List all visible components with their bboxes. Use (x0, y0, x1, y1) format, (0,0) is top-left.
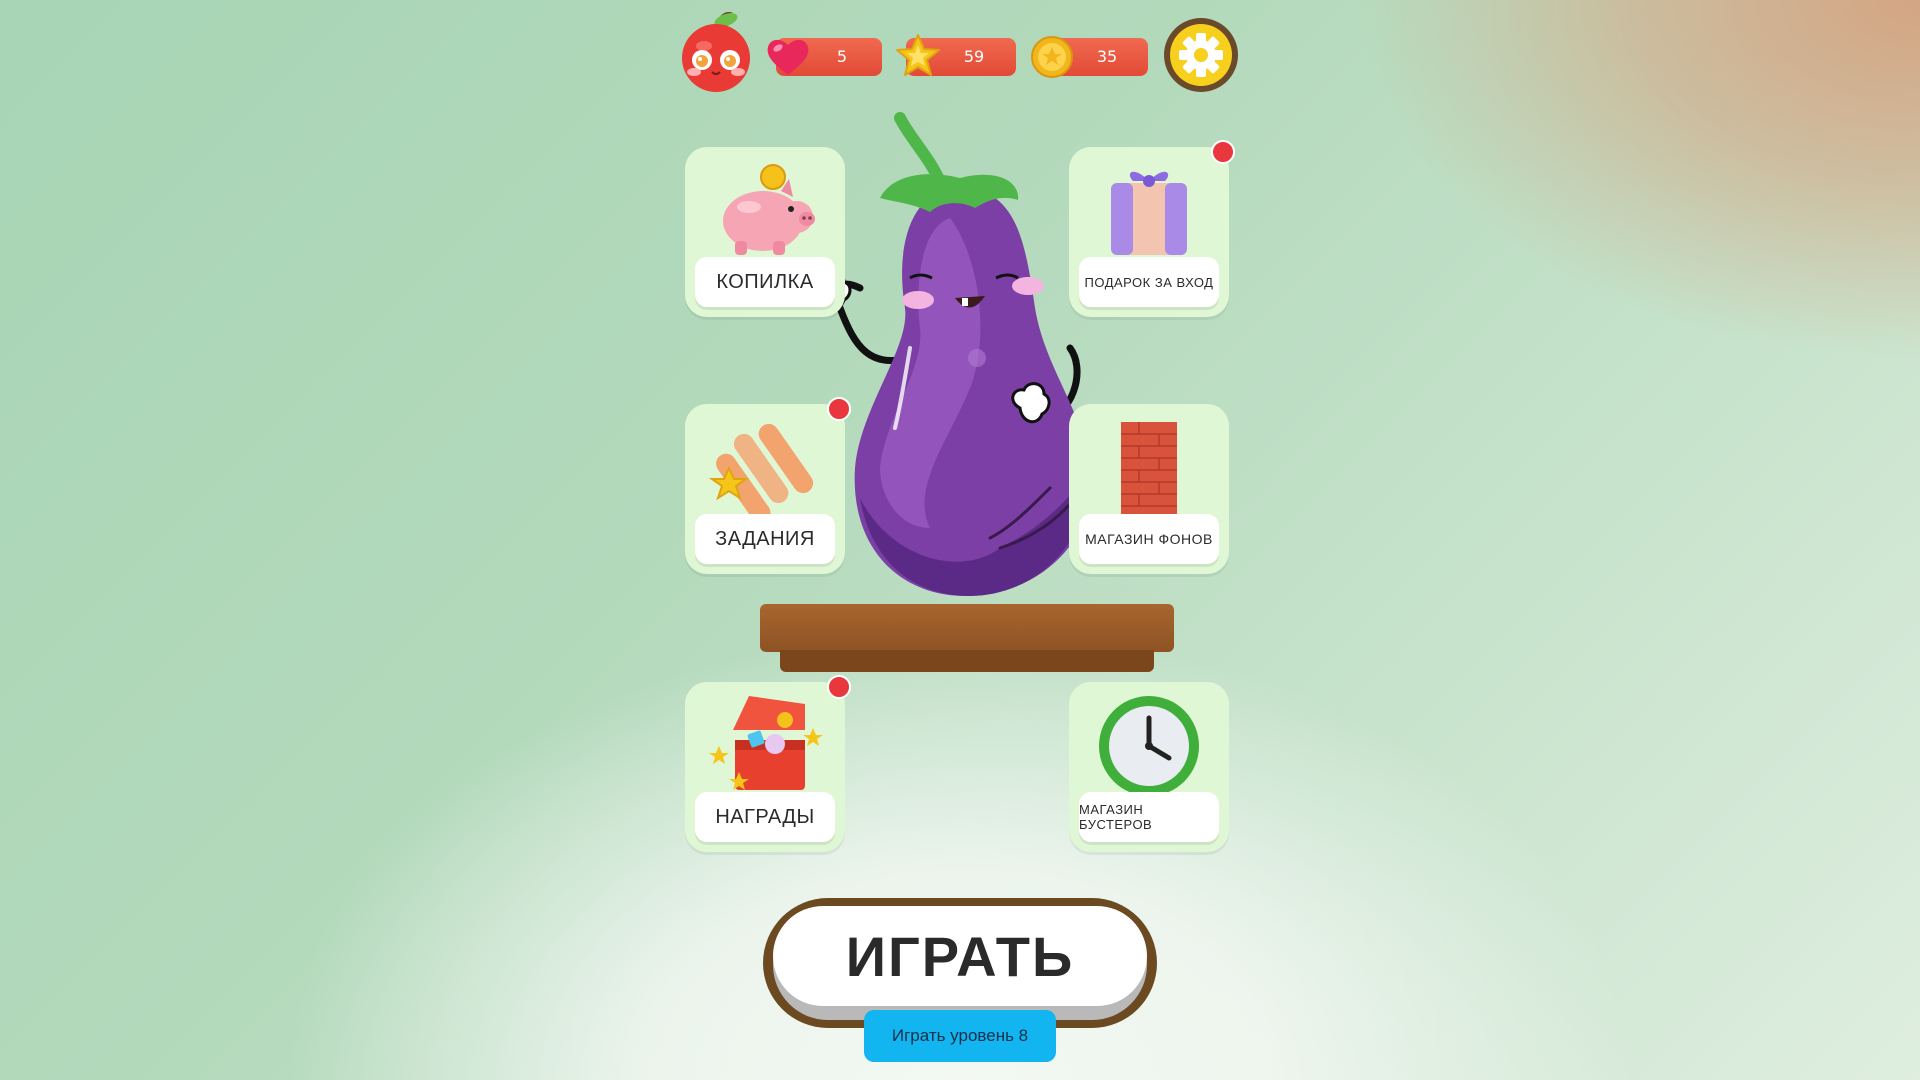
coins-counter[interactable]: 35 (1031, 36, 1148, 78)
notification-dot (827, 675, 851, 699)
backgrounds-shop-label: МАГАЗИН ФОНОВ (1079, 514, 1219, 564)
notification-dot (827, 397, 851, 421)
piggy-bank-card[interactable]: КОПИЛКА (685, 147, 845, 317)
boosters-shop-card[interactable]: МАГАЗИН БУСТЕРОВ (1069, 682, 1229, 852)
clock-icon (1089, 690, 1209, 800)
login-gift-label: ПОДАРОК ЗА ВХОД (1079, 257, 1219, 307)
rewards-card[interactable]: НАГРАДЫ (685, 682, 845, 852)
login-gift-card[interactable]: ПОДАРОК ЗА ВХОД (1069, 147, 1229, 317)
scroll-icon (705, 412, 825, 523)
gear-icon (1170, 24, 1232, 86)
treasure-chest-icon (705, 690, 825, 800)
play-button-label: ИГРАТЬ (773, 906, 1147, 1006)
tasks-label: ЗАДАНИЯ (695, 514, 835, 564)
lives-value: 5 (836, 47, 848, 66)
play-button[interactable]: ИГРАТЬ (763, 898, 1157, 1028)
shelf-edge (780, 650, 1154, 672)
apple-avatar-icon[interactable] (674, 10, 758, 94)
lives-counter[interactable]: 5 (767, 38, 882, 76)
brick-wall-icon (1089, 412, 1209, 522)
coins-value: 35 (1096, 47, 1118, 66)
stars-value: 59 (963, 47, 985, 66)
shelf (760, 604, 1174, 652)
piggy-bank-icon (705, 155, 825, 265)
boosters-shop-label: МАГАЗИН БУСТЕРОВ (1079, 792, 1219, 842)
settings-button[interactable] (1164, 18, 1238, 92)
notification-dot (1211, 140, 1235, 164)
tasks-card[interactable]: ЗАДАНИЯ (685, 404, 845, 574)
gift-box-icon (1089, 155, 1209, 265)
play-level-button[interactable]: Играть уровень 8 (864, 1010, 1056, 1062)
backgrounds-shop-card[interactable]: МАГАЗИН ФОНОВ (1069, 404, 1229, 574)
stars-counter[interactable]: 59 (896, 34, 1016, 76)
piggy-bank-label: КОПИЛКА (695, 257, 835, 307)
rewards-label: НАГРАДЫ (695, 792, 835, 842)
